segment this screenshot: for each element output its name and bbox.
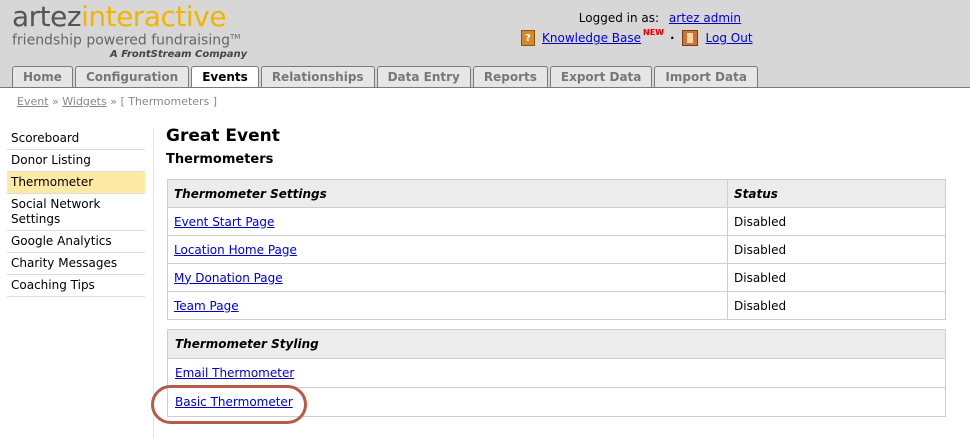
logo-tagline: friendship powered fundraising — [12, 32, 230, 49]
user-info: Logged in as: artez admin — [579, 11, 741, 25]
tab-import-data[interactable]: Import Data — [654, 66, 758, 87]
sidebar-divider — [153, 128, 154, 438]
artez-logo: artezinteractive friendship powered fund… — [12, 2, 247, 62]
breadcrumb-current: [ Thermometers ] — [120, 95, 218, 108]
logout-door-icon — [681, 30, 698, 46]
header-links: ? Knowledge Base NEW · Log Out — [521, 27, 753, 46]
table-header-row: Thermometer Styling — [167, 329, 946, 359]
logout-link[interactable]: Log Out — [706, 31, 753, 45]
sidebar-item-coaching-tips[interactable]: Coaching Tips — [7, 275, 145, 297]
event-start-page-link[interactable]: Event Start Page — [174, 215, 274, 229]
table-row: My Donation Page Disabled — [167, 263, 946, 292]
link-separator: · — [669, 31, 675, 45]
breadcrumb-event[interactable]: Event — [17, 95, 49, 108]
main-content: Great Event Thermometers — [166, 126, 280, 168]
tab-reports[interactable]: Reports — [472, 66, 548, 87]
status-column-header: Status — [727, 179, 946, 208]
logo-trademark: TM — [229, 33, 241, 41]
sidebar-item-donor-listing[interactable]: Donor Listing — [7, 150, 145, 172]
status-cell: Disabled — [727, 207, 946, 236]
logo-subtitle: A FrontStream Company — [110, 48, 248, 60]
logo-brand-part1: artez — [12, 0, 82, 33]
table-header-row: Thermometer Settings Status — [167, 179, 946, 208]
username-link[interactable]: artez admin — [669, 11, 741, 25]
sidebar-item-thermometer[interactable]: Thermometer — [7, 172, 145, 194]
table-row: Location Home Page Disabled — [167, 235, 946, 264]
location-home-page-link[interactable]: Location Home Page — [174, 243, 297, 257]
page-title: Great Event — [166, 126, 280, 146]
settings-column-header: Thermometer Settings — [167, 179, 728, 208]
sidebar-item-google-analytics[interactable]: Google Analytics — [7, 231, 145, 253]
widget-sidebar: Scoreboard Donor Listing Thermometer Soc… — [7, 128, 145, 297]
new-badge: NEW — [643, 27, 664, 37]
main-tabs: Home Configuration Events Relationships … — [12, 66, 760, 88]
app-header: artezinteractive friendship powered fund… — [0, 0, 970, 88]
logo-brand-part2: interactive — [81, 0, 226, 33]
table-row: Email Thermometer — [167, 358, 946, 388]
email-thermometer-link[interactable]: Email Thermometer — [175, 366, 294, 380]
team-page-link[interactable]: Team Page — [174, 299, 239, 313]
highlight-annotation-ring — [151, 385, 307, 424]
status-cell: Disabled — [727, 291, 946, 320]
knowledge-base-link[interactable]: Knowledge Base — [542, 31, 641, 45]
styling-column-header: Thermometer Styling — [167, 329, 946, 359]
tab-divider — [0, 87, 970, 88]
table-row: Event Start Page Disabled — [167, 207, 946, 236]
tab-events[interactable]: Events — [191, 66, 259, 88]
section-title: Thermometers — [166, 152, 274, 167]
tab-home[interactable]: Home — [12, 66, 73, 87]
breadcrumb-separator: » — [110, 95, 117, 108]
logged-in-label: Logged in as: — [578, 11, 660, 25]
breadcrumb: Event » Widgets » [ Thermometers ] — [17, 95, 217, 108]
status-cell: Disabled — [727, 263, 946, 292]
tab-configuration[interactable]: Configuration — [74, 66, 190, 87]
sidebar-item-charity-messages[interactable]: Charity Messages — [7, 253, 145, 275]
status-cell: Disabled — [727, 235, 946, 264]
my-donation-page-link[interactable]: My Donation Page — [174, 271, 283, 285]
thermometer-settings-table: Thermometer Settings Status Event Start … — [167, 179, 946, 320]
breadcrumb-separator: » — [52, 95, 59, 108]
tab-export-data[interactable]: Export Data — [549, 66, 653, 87]
sidebar-item-social-network-settings[interactable]: Social Network Settings — [7, 194, 145, 231]
tab-data-entry[interactable]: Data Entry — [376, 66, 471, 87]
knowledge-base-icon: ? — [521, 30, 535, 46]
sidebar-item-scoreboard[interactable]: Scoreboard — [7, 128, 145, 150]
breadcrumb-widgets[interactable]: Widgets — [62, 95, 106, 108]
table-row: Team Page Disabled — [167, 291, 946, 320]
tab-relationships[interactable]: Relationships — [260, 66, 375, 87]
